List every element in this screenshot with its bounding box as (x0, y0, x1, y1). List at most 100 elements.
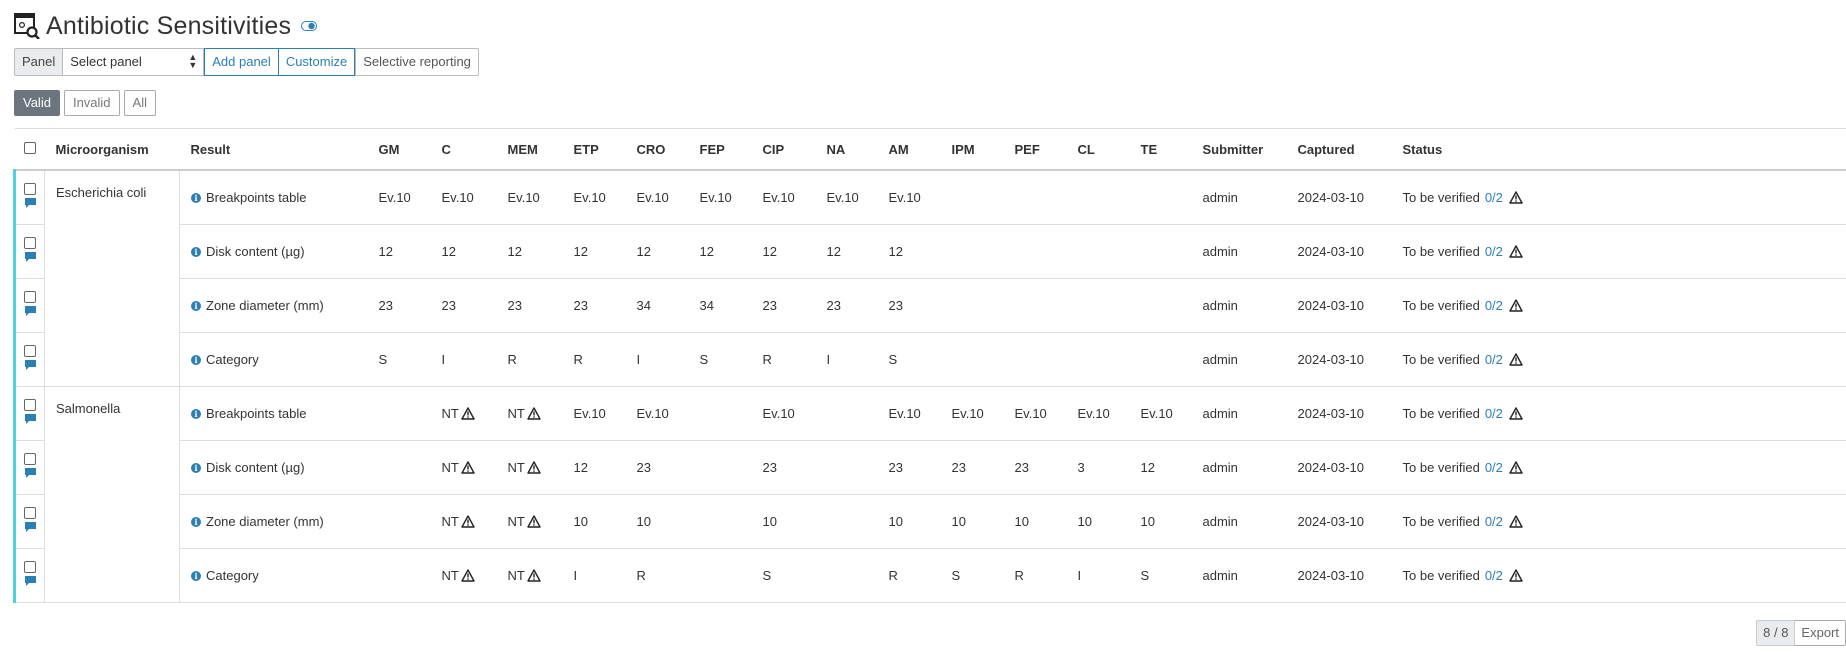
antibiotic-value-cell[interactable]: R (877, 548, 941, 603)
antibiotic-value-cell[interactable] (688, 494, 752, 549)
antibiotic-value-cell[interactable]: I (815, 332, 878, 387)
comment-icon[interactable] (24, 198, 36, 209)
antibiotic-value-cell[interactable]: S (751, 548, 816, 603)
antibiotic-value-cell[interactable] (1066, 224, 1130, 279)
antibiotic-value-cell[interactable]: Ev.10 (562, 170, 626, 225)
add-panel-button[interactable]: Add panel (204, 48, 279, 76)
antibiotic-value-cell[interactable]: 23 (751, 278, 816, 333)
antibiotic-value-cell[interactable]: NT (430, 548, 497, 603)
antibiotic-value-cell[interactable]: 23 (367, 278, 431, 333)
antibiotic-value-cell[interactable]: Ev.10 (1066, 386, 1130, 441)
antibiotic-value-cell[interactable]: NT (496, 494, 563, 549)
row-checkbox[interactable] (24, 507, 36, 519)
antibiotic-value-cell[interactable] (1003, 278, 1067, 333)
col-header[interactable]: Result (179, 128, 368, 171)
col-header[interactable]: NA (815, 128, 878, 171)
antibiotic-value-cell[interactable]: 23 (815, 278, 878, 333)
col-header[interactable]: CIP (751, 128, 816, 171)
antibiotic-value-cell[interactable] (367, 548, 431, 603)
antibiotic-value-cell[interactable]: NT (496, 548, 563, 603)
info-icon[interactable]: i (191, 517, 201, 527)
antibiotic-value-cell[interactable]: 12 (751, 224, 816, 279)
antibiotic-value-cell[interactable]: R (625, 548, 689, 603)
antibiotic-value-cell[interactable]: 23 (430, 278, 497, 333)
antibiotic-value-cell[interactable] (1129, 170, 1192, 225)
antibiotic-value-cell[interactable]: S (877, 332, 941, 387)
col-header[interactable]: CRO (625, 128, 689, 171)
antibiotic-value-cell[interactable]: Ev.10 (562, 386, 626, 441)
info-icon[interactable]: i (191, 463, 201, 473)
antibiotic-value-cell[interactable]: NT (496, 386, 563, 441)
col-header[interactable]: C (430, 128, 497, 171)
antibiotic-value-cell[interactable]: NT (496, 440, 563, 495)
antibiotic-value-cell[interactable]: 23 (751, 440, 816, 495)
antibiotic-value-cell[interactable] (1129, 332, 1192, 387)
antibiotic-value-cell[interactable]: S (940, 548, 1004, 603)
antibiotic-value-cell[interactable]: 23 (877, 440, 941, 495)
verification-count-link[interactable]: 0/2 (1485, 298, 1503, 313)
info-icon[interactable]: i (191, 247, 201, 257)
antibiotic-value-cell[interactable] (688, 440, 752, 495)
comment-icon[interactable] (24, 468, 36, 479)
antibiotic-value-cell[interactable] (940, 278, 1004, 333)
antibiotic-value-cell[interactable]: NT (430, 494, 497, 549)
antibiotic-value-cell[interactable]: 34 (625, 278, 689, 333)
antibiotic-value-cell[interactable] (367, 386, 431, 441)
verification-count-link[interactable]: 0/2 (1485, 514, 1503, 529)
antibiotic-value-cell[interactable]: Ev.10 (367, 170, 431, 225)
antibiotic-value-cell[interactable]: 3 (1066, 440, 1130, 495)
filter-invalid-button[interactable]: Invalid (63, 90, 120, 116)
antibiotic-value-cell[interactable]: 23 (1003, 440, 1067, 495)
antibiotic-value-cell[interactable] (815, 386, 878, 441)
antibiotic-value-cell[interactable]: NT (430, 440, 497, 495)
antibiotic-value-cell[interactable] (815, 440, 878, 495)
antibiotic-value-cell[interactable]: 10 (1129, 494, 1192, 549)
info-icon[interactable]: i (191, 301, 201, 311)
antibiotic-value-cell[interactable] (815, 494, 878, 549)
antibiotic-value-cell[interactable]: Ev.10 (751, 170, 816, 225)
panel-select[interactable]: Select panel ▲ ▼ (62, 48, 205, 76)
antibiotic-value-cell[interactable]: R (562, 332, 626, 387)
antibiotic-value-cell[interactable]: Ev.10 (815, 170, 878, 225)
verification-count-link[interactable]: 0/2 (1485, 568, 1503, 583)
antibiotic-value-cell[interactable]: Ev.10 (877, 170, 941, 225)
antibiotic-value-cell[interactable] (367, 494, 431, 549)
antibiotic-value-cell[interactable]: 12 (815, 224, 878, 279)
col-header[interactable]: FEP (688, 128, 752, 171)
antibiotic-value-cell[interactable]: 10 (562, 494, 626, 549)
selective-reporting-button[interactable]: Selective reporting (355, 48, 479, 76)
col-header[interactable]: GM (367, 128, 431, 171)
antibiotic-value-cell[interactable]: 23 (625, 440, 689, 495)
antibiotic-value-cell[interactable] (940, 170, 1004, 225)
antibiotic-value-cell[interactable]: R (1003, 548, 1067, 603)
antibiotic-value-cell[interactable]: 34 (688, 278, 752, 333)
verification-count-link[interactable]: 0/2 (1485, 352, 1503, 367)
antibiotic-value-cell[interactable]: 23 (940, 440, 1004, 495)
comment-icon[interactable] (24, 576, 36, 587)
row-checkbox[interactable] (24, 345, 36, 357)
verification-count-link[interactable]: 0/2 (1485, 406, 1503, 421)
antibiotic-value-cell[interactable]: I (625, 332, 689, 387)
info-icon[interactable]: i (191, 409, 201, 419)
comment-icon[interactable] (24, 522, 36, 533)
antibiotic-value-cell[interactable] (1066, 332, 1130, 387)
antibiotic-value-cell[interactable]: Ev.10 (877, 386, 941, 441)
comment-icon[interactable] (24, 414, 36, 425)
antibiotic-value-cell[interactable]: 23 (877, 278, 941, 333)
col-header[interactable]: Status (1391, 128, 1846, 171)
antibiotic-value-cell[interactable]: 12 (562, 440, 626, 495)
antibiotic-value-cell[interactable] (1003, 224, 1067, 279)
comment-icon[interactable] (24, 306, 36, 317)
antibiotic-value-cell[interactable] (1129, 278, 1192, 333)
row-checkbox[interactable] (24, 561, 36, 573)
antibiotic-value-cell[interactable]: R (496, 332, 563, 387)
filter-all-button[interactable]: All (123, 90, 156, 116)
antibiotic-value-cell[interactable]: Ev.10 (625, 386, 689, 441)
comment-icon[interactable] (24, 360, 36, 371)
col-header[interactable]: IPM (940, 128, 1004, 171)
antibiotic-value-cell[interactable]: Ev.10 (1129, 386, 1192, 441)
antibiotic-value-cell[interactable]: Ev.10 (430, 170, 497, 225)
info-icon[interactable]: i (191, 193, 201, 203)
antibiotic-value-cell[interactable]: Ev.10 (940, 386, 1004, 441)
col-header[interactable]: AM (877, 128, 941, 171)
